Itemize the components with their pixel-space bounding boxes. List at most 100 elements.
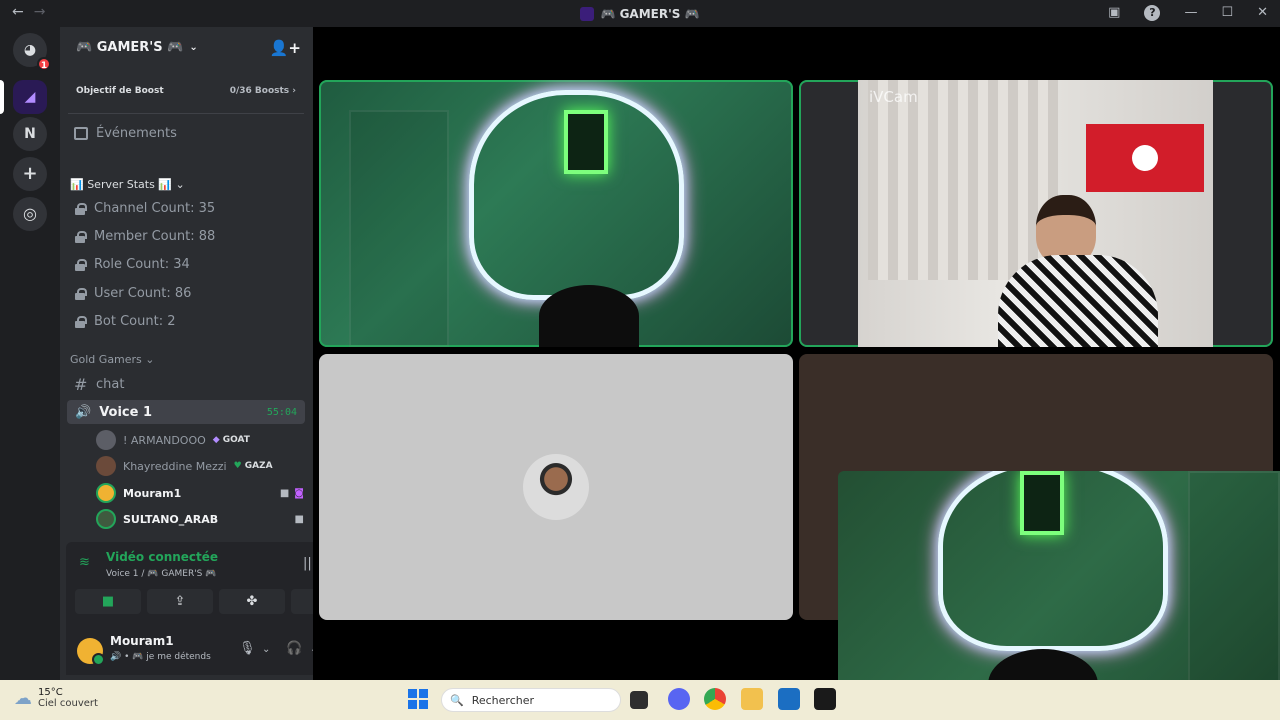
unread-badge: 1 — [37, 57, 51, 71]
chair-shape — [539, 285, 639, 347]
voice-user-armandooo[interactable]: ! ARMANDOOO ◆ GOAT — [96, 430, 304, 450]
door-shape — [349, 110, 449, 347]
username[interactable]: Mouram1 — [110, 634, 174, 648]
category-label: Gold Gamers ⌄ — [70, 353, 155, 366]
voice-status[interactable]: Vidéo connectée — [106, 550, 218, 564]
category-label: 📊 Server Stats 📊 ⌄ — [70, 178, 185, 191]
channel-member-count[interactable]: Member Count: 88 — [74, 229, 304, 244]
task-view-icon[interactable] — [630, 691, 648, 709]
video-tile-neon-room[interactable] — [319, 80, 793, 347]
server-n-button[interactable]: N — [13, 117, 47, 151]
gem-icon: ◆ — [212, 435, 220, 445]
invite-people-icon[interactable]: 👤+ — [270, 39, 301, 57]
minimize-button[interactable]: — — [1184, 5, 1197, 21]
calendar-icon — [74, 127, 88, 140]
title-bar: ← → 🎮 GAMER'S 🎮 ▣ ? — ☐ ✕ — [0, 0, 1280, 27]
avatar — [96, 456, 116, 476]
divider — [68, 113, 304, 114]
ivcam-watermark: iVCam — [869, 88, 918, 106]
taskbar-search[interactable]: 🔍 Rechercher — [441, 688, 621, 712]
boost-goal-label: Objectif de Boost — [76, 86, 164, 96]
glowing-frame — [1020, 471, 1064, 535]
avatar — [96, 483, 116, 503]
voice-channel-voice-1[interactable]: 🔊 Voice 1 55:04 — [67, 400, 305, 424]
guild-header[interactable]: 🎮 GAMER'S 🎮 ⌄ 👤+ — [60, 27, 313, 67]
discord-logo-icon: ◕ — [23, 42, 37, 58]
mic-options-chevron-icon[interactable]: ⌄ — [262, 644, 270, 655]
chevron-down-icon: ⌄ — [189, 41, 198, 53]
screen-share-button[interactable]: ⇪ — [147, 589, 213, 614]
lock-icon — [74, 315, 87, 328]
weather-widget[interactable]: ☁ 15°C Ciel couvert — [14, 687, 98, 709]
headset-icon[interactable]: 🎧 — [286, 641, 302, 656]
video-tile-avatar-only[interactable] — [319, 354, 793, 620]
file-explorer-icon[interactable] — [741, 688, 763, 710]
events-label: Événements — [96, 126, 177, 141]
voice-user-mouram1[interactable]: Mouram1 ■ ◙ — [96, 483, 304, 503]
cloud-icon: ☁ — [14, 687, 32, 709]
participant-avatar — [523, 454, 589, 520]
soundboard-button[interactable]: ♫ — [291, 589, 313, 614]
lock-icon — [74, 287, 87, 300]
lock-icon — [74, 258, 87, 271]
heart-icon: ♥ — [233, 461, 242, 471]
flag-image — [1086, 124, 1204, 192]
channel-user-count[interactable]: User Count: 86 — [74, 286, 304, 301]
avatar — [96, 509, 116, 529]
voice-timer: 55:04 — [266, 406, 297, 418]
temperature: 15°C — [38, 687, 63, 698]
help-icon[interactable]: ? — [1144, 5, 1161, 21]
discord-taskbar-icon[interactable] — [668, 688, 690, 710]
lock-icon — [74, 230, 87, 243]
channel-channel-count[interactable]: Channel Count: 35 — [74, 201, 304, 216]
boost-goal-bar[interactable]: Objectif de Boost 0/36 Boosts › — [68, 80, 304, 102]
server-gamers-button[interactable]: ◢ — [13, 80, 47, 114]
inbox-icon[interactable]: ▣ — [1108, 5, 1120, 21]
windows-start-icon[interactable] — [408, 689, 428, 709]
search-icon: 🔍 — [450, 693, 464, 707]
events-link[interactable]: Événements — [74, 126, 177, 141]
microsoft-store-icon[interactable] — [778, 688, 800, 710]
add-server-icon[interactable]: + — [13, 157, 47, 191]
role-tag: ♥ GAZA — [233, 461, 273, 471]
glowing-frame — [564, 110, 608, 174]
guild-name: 🎮 GAMER'S 🎮 — [76, 39, 184, 55]
voice-channel-label: Voice 1 — [99, 404, 153, 420]
discover-icon[interactable]: ◎ — [13, 197, 47, 231]
active-server-indicator — [0, 80, 4, 114]
close-button[interactable]: ✕ — [1257, 5, 1268, 21]
camera-icon: ■ — [279, 487, 290, 499]
category-gold-gamers[interactable]: Gold Gamers ⌄ — [70, 353, 155, 366]
signal-icon[interactable]: ≋ — [79, 555, 90, 570]
avatar — [96, 430, 116, 450]
channel-bot-count[interactable]: Bot Count: 2 — [74, 314, 304, 329]
speaker-icon: 🔊 — [75, 404, 92, 420]
chrome-icon[interactable] — [704, 688, 726, 710]
channel-chat[interactable]: # chat — [74, 375, 304, 394]
person-shape — [998, 195, 1158, 347]
game-activity-icon: ◙ — [294, 487, 304, 499]
game-launcher-icon[interactable] — [814, 688, 836, 710]
category-server-stats[interactable]: 📊 Server Stats 📊 ⌄ — [70, 178, 185, 191]
camera-button[interactable]: ■ — [75, 589, 141, 614]
maximize-button[interactable]: ☐ — [1221, 5, 1233, 21]
hash-icon: # — [74, 375, 88, 394]
camera-icon: ■ — [294, 513, 304, 525]
noise-suppression-icon[interactable]: ||| — [303, 556, 313, 571]
server-rail: ◕ 1 ◢ N + ◎ — [0, 27, 60, 680]
channel-label: chat — [96, 377, 125, 392]
lock-icon — [74, 202, 87, 215]
windows-taskbar: ☁ 15°C Ciel couvert 🔍 Rechercher — [0, 680, 1280, 720]
direct-messages-button[interactable]: ◕ 1 — [13, 33, 51, 71]
voice-user-khayreddine[interactable]: Khayreddine Mezzi ♥ GAZA — [96, 456, 304, 476]
user-status: 🔊 • 🎮 je me détends — [110, 652, 211, 662]
activities-button[interactable]: ✤ — [219, 589, 285, 614]
voice-user-sultano-arab[interactable]: SULTANO_ARAB ■ — [96, 509, 304, 529]
channel-role-count[interactable]: Role Count: 34 — [74, 257, 304, 272]
boost-progress: 0/36 Boosts › — [229, 86, 296, 96]
voice-location[interactable]: Voice 1 / 🎮 GAMER'S 🎮 — [106, 569, 216, 579]
avatar[interactable] — [77, 638, 105, 666]
video-tile-ivcam[interactable]: iVCam — [799, 80, 1273, 347]
user-panel: Mouram1 🔊 • 🎮 je me détends 🎙 ⌄ 🎧 ⌄ ⚙ — [66, 627, 313, 675]
microphone-icon[interactable]: 🎙 — [239, 641, 256, 656]
